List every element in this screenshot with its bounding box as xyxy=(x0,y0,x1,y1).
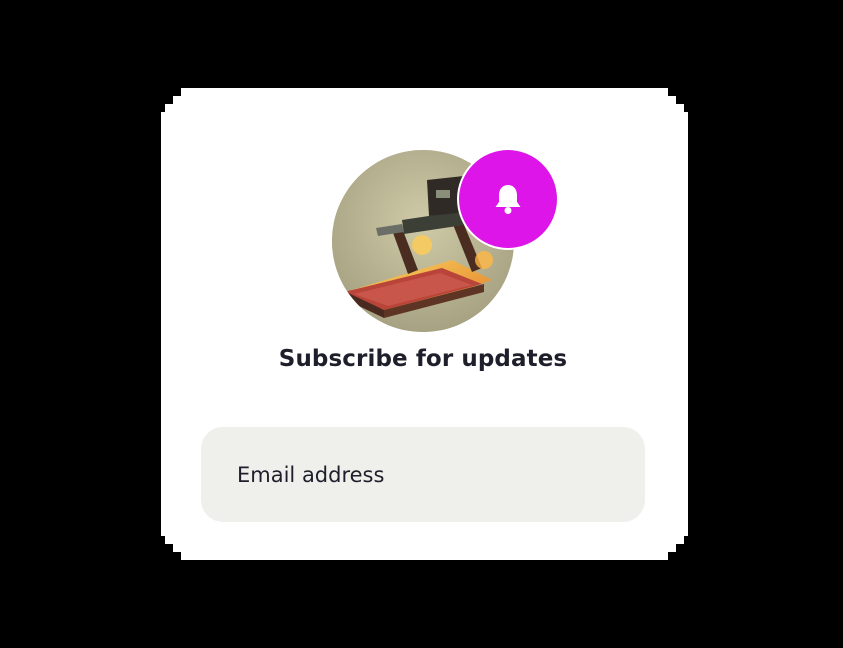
bell-icon xyxy=(495,185,521,214)
notification-bell-button[interactable] xyxy=(459,150,557,248)
subscribe-card: Subscribe for updates xyxy=(161,88,688,560)
subscribe-title: Subscribe for updates xyxy=(278,346,568,372)
email-field[interactable] xyxy=(201,427,645,522)
